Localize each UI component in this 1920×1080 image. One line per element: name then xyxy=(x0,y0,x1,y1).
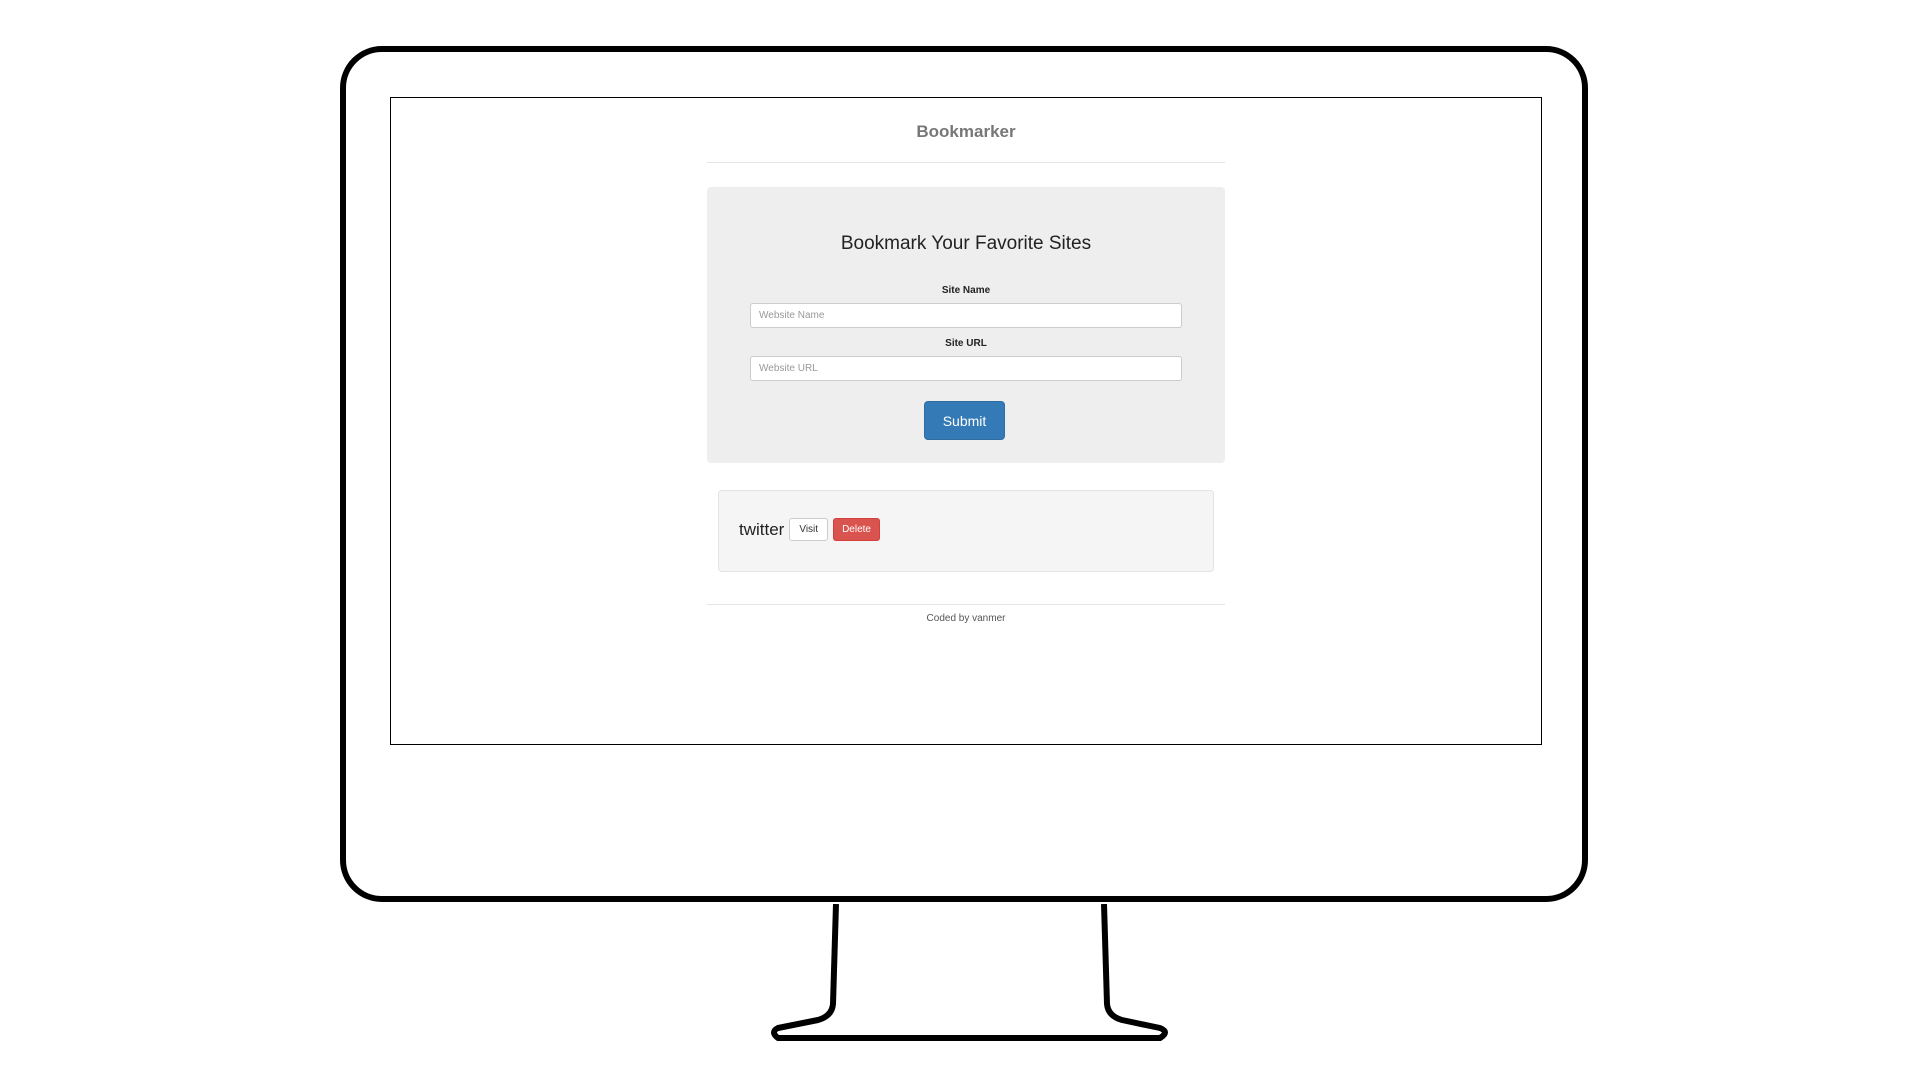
browser-screen: Bookmarker Bookmark Your Favorite Sites … xyxy=(390,97,1542,745)
bookmark-name: twitter xyxy=(739,519,785,539)
site-name-label: Site Name xyxy=(941,285,991,296)
page-container: Bookmarker Bookmark Your Favorite Sites … xyxy=(707,98,1225,624)
form-heading: Bookmark Your Favorite Sites xyxy=(840,233,1092,254)
bookmarks-list: twitter Visit Delete xyxy=(718,490,1214,572)
site-url-label: Site URL xyxy=(945,338,987,349)
footer-divider xyxy=(707,604,1225,605)
monitor-stand-icon xyxy=(771,904,1168,1041)
bookmark-item: twitter Visit Delete xyxy=(739,518,880,541)
site-name-input[interactable] xyxy=(750,303,1182,328)
stage: Bookmarker Bookmark Your Favorite Sites … xyxy=(0,0,1920,1080)
delete-button[interactable]: Delete xyxy=(833,518,880,541)
footer-credit: Coded by vanmer xyxy=(926,613,1006,624)
header-divider xyxy=(707,162,1225,163)
site-url-input[interactable] xyxy=(750,356,1182,381)
visit-button[interactable]: Visit xyxy=(789,518,829,541)
app-title: Bookmarker xyxy=(916,122,1016,141)
submit-button[interactable]: Submit xyxy=(924,401,1005,440)
bookmark-form-panel: Bookmark Your Favorite Sites Site Name S… xyxy=(707,187,1225,463)
